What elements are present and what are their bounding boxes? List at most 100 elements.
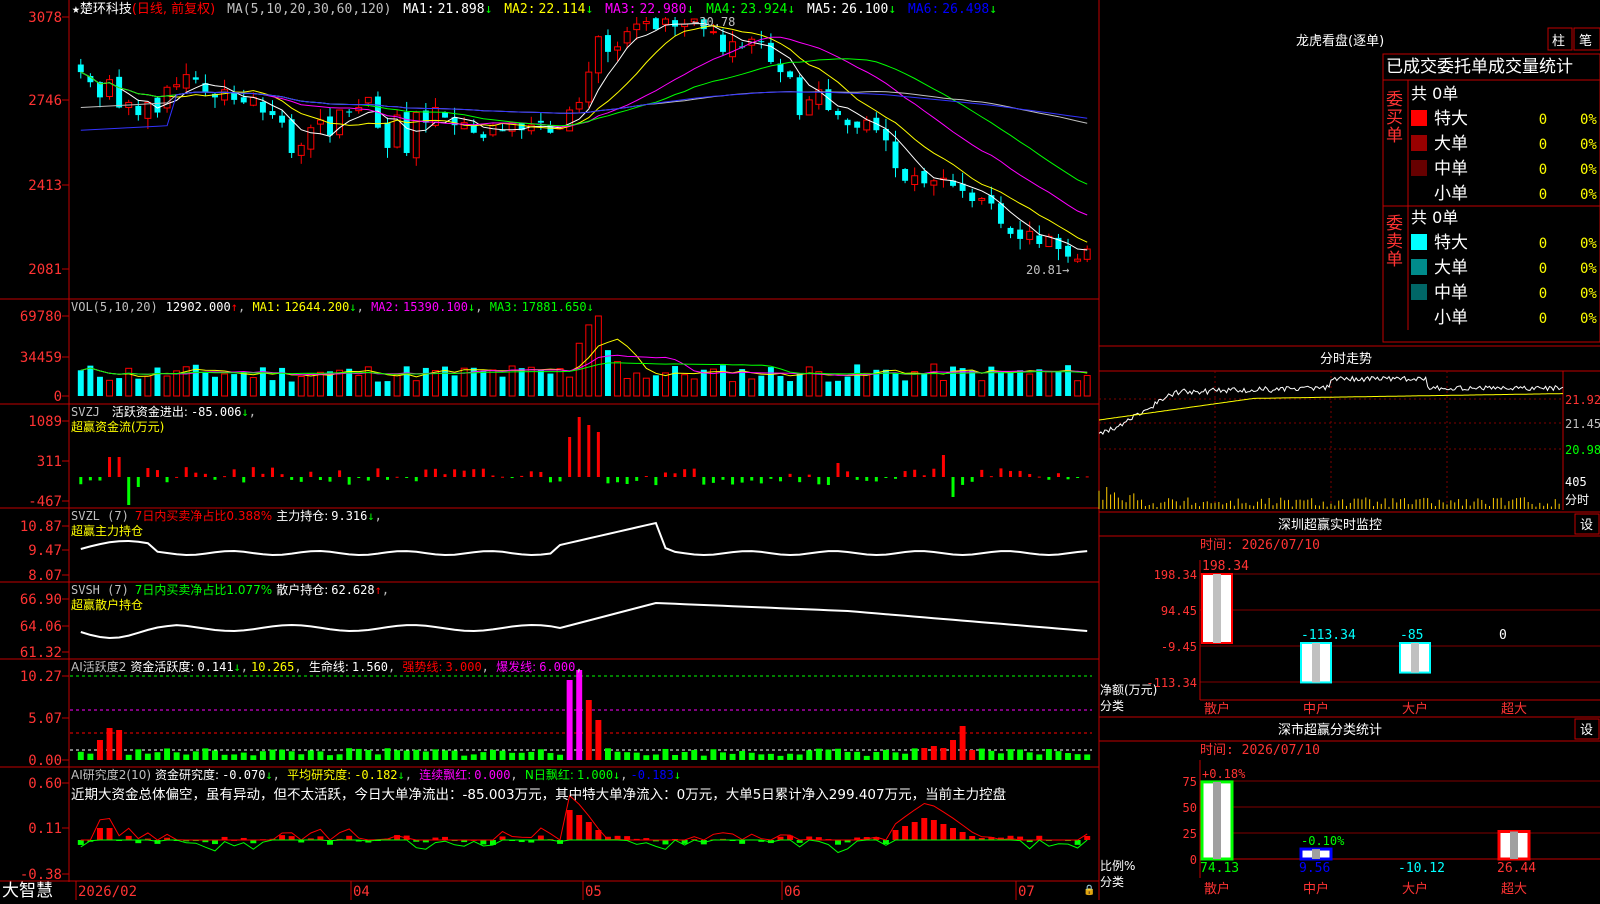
volume-bar [422,367,429,396]
ma-line-20 [80,36,1088,216]
volume-bar [720,365,726,396]
volume-bar [652,375,659,396]
activity-bar [825,749,832,760]
money-flow-bar [232,469,236,477]
money-flow-bar [606,477,610,484]
money-flow-bar [884,477,888,478]
candle-body [672,20,679,27]
candle-body [240,97,247,103]
activity-bar [154,752,161,760]
volume-bar [921,373,928,396]
activity-bar [461,755,468,760]
money-flow-bar [798,477,802,483]
candle-body [269,111,276,116]
volume-bar [202,372,209,396]
money-flow-bar [961,477,965,485]
money-flow-bar [184,467,188,477]
money-flow-bar [1028,474,1032,477]
volume-bar [844,376,851,396]
candle-body [259,101,266,113]
candle-body [835,110,841,116]
order-category: 中单 [1434,159,1468,179]
order-count: 0 [1539,137,1547,153]
money-flow-bar [453,469,457,477]
candle-body [412,112,420,159]
y-tick-svsh-2: 61.32 [20,645,62,661]
volume-bar [835,380,841,396]
activity-bar [518,752,525,760]
activity-bar [835,748,841,760]
activity-bar [720,752,726,760]
volume-bar [460,367,468,397]
cls-cat-1: 中户 [1303,881,1329,897]
candle-body [921,171,928,184]
candle-body [642,21,650,25]
cls-stats-chart: 75 50 25 0 比例% 分类 +0.18% 74.13 散户 -0.10% 9.56 中户 -10… [1100,760,1600,897]
money-flow-bar [673,473,677,477]
activity-bar [930,746,937,760]
volume-bar [700,369,707,396]
sz-y-tick-0: 198.34 [1154,568,1197,582]
volume-bar [384,381,391,396]
candle-body [489,124,497,136]
volume-bar [1036,369,1043,396]
svsh-header: SVSH (7) 7日内买卖净占比1.077% 散户持仓: 62.628↑, [71,582,389,597]
lock-icon[interactable]: 🔒 [1083,884,1095,896]
volume-bar [106,379,114,397]
activity-bar [882,749,889,760]
research-bar [662,840,669,845]
candle-body [1017,229,1024,239]
money-flow-bar [290,477,294,480]
money-flow-bar [539,471,543,477]
money-flow-bar [98,477,102,481]
order-percent: 0% [1580,137,1597,153]
date-label-jul: 07 [1018,884,1035,900]
activity-bar [96,740,103,760]
sz-cat-label: 分类 [1100,699,1124,713]
intraday-vol-tick: 405 [1565,475,1587,489]
candle-body [720,34,726,52]
cls-cat-2: 大户 [1402,881,1428,897]
activity-bar [1055,751,1062,760]
money-flow-bar [88,477,92,481]
candle-body [327,116,333,136]
volume-bar [307,373,315,397]
activity-bar [1017,749,1024,760]
candle-body [499,130,506,132]
activity-bar [116,730,123,760]
volume-bar [249,377,257,397]
research-bar [940,824,947,840]
volume-bar [125,367,133,397]
money-flow-bar [309,471,313,477]
volume-bar [1074,380,1082,397]
volume-bar [623,377,631,397]
research-bar [902,826,909,840]
candle-body [403,112,410,153]
volume-bar [279,367,286,396]
money-flow-bar [175,476,179,478]
activity-bar [288,751,295,760]
svzl-panel [80,521,1088,557]
date-label-may: 05 [585,884,602,900]
volume-bar [805,366,813,397]
order-count: 0 [1539,112,1547,128]
research-bar [739,840,746,844]
cls-bar-value-1: 9.56 [1299,861,1330,876]
order-category: 小单 [1434,184,1468,204]
activity-bar [317,751,324,760]
activity-bar [873,752,880,760]
candle-body [279,115,286,123]
money-flow-bar [731,477,735,485]
volume-bar [87,365,94,396]
candle-body [585,71,593,103]
activity-bar [106,728,113,760]
intraday-title: 分时走势 [1320,351,1372,367]
activity-bar [767,753,774,760]
activity-bar [997,753,1004,760]
activity-bar [77,751,84,760]
money-flow-bar [328,477,332,482]
money-flow-bar [980,469,984,477]
candle-body [709,31,717,34]
money-flow-bar [462,470,466,477]
activity-bar [557,754,564,760]
